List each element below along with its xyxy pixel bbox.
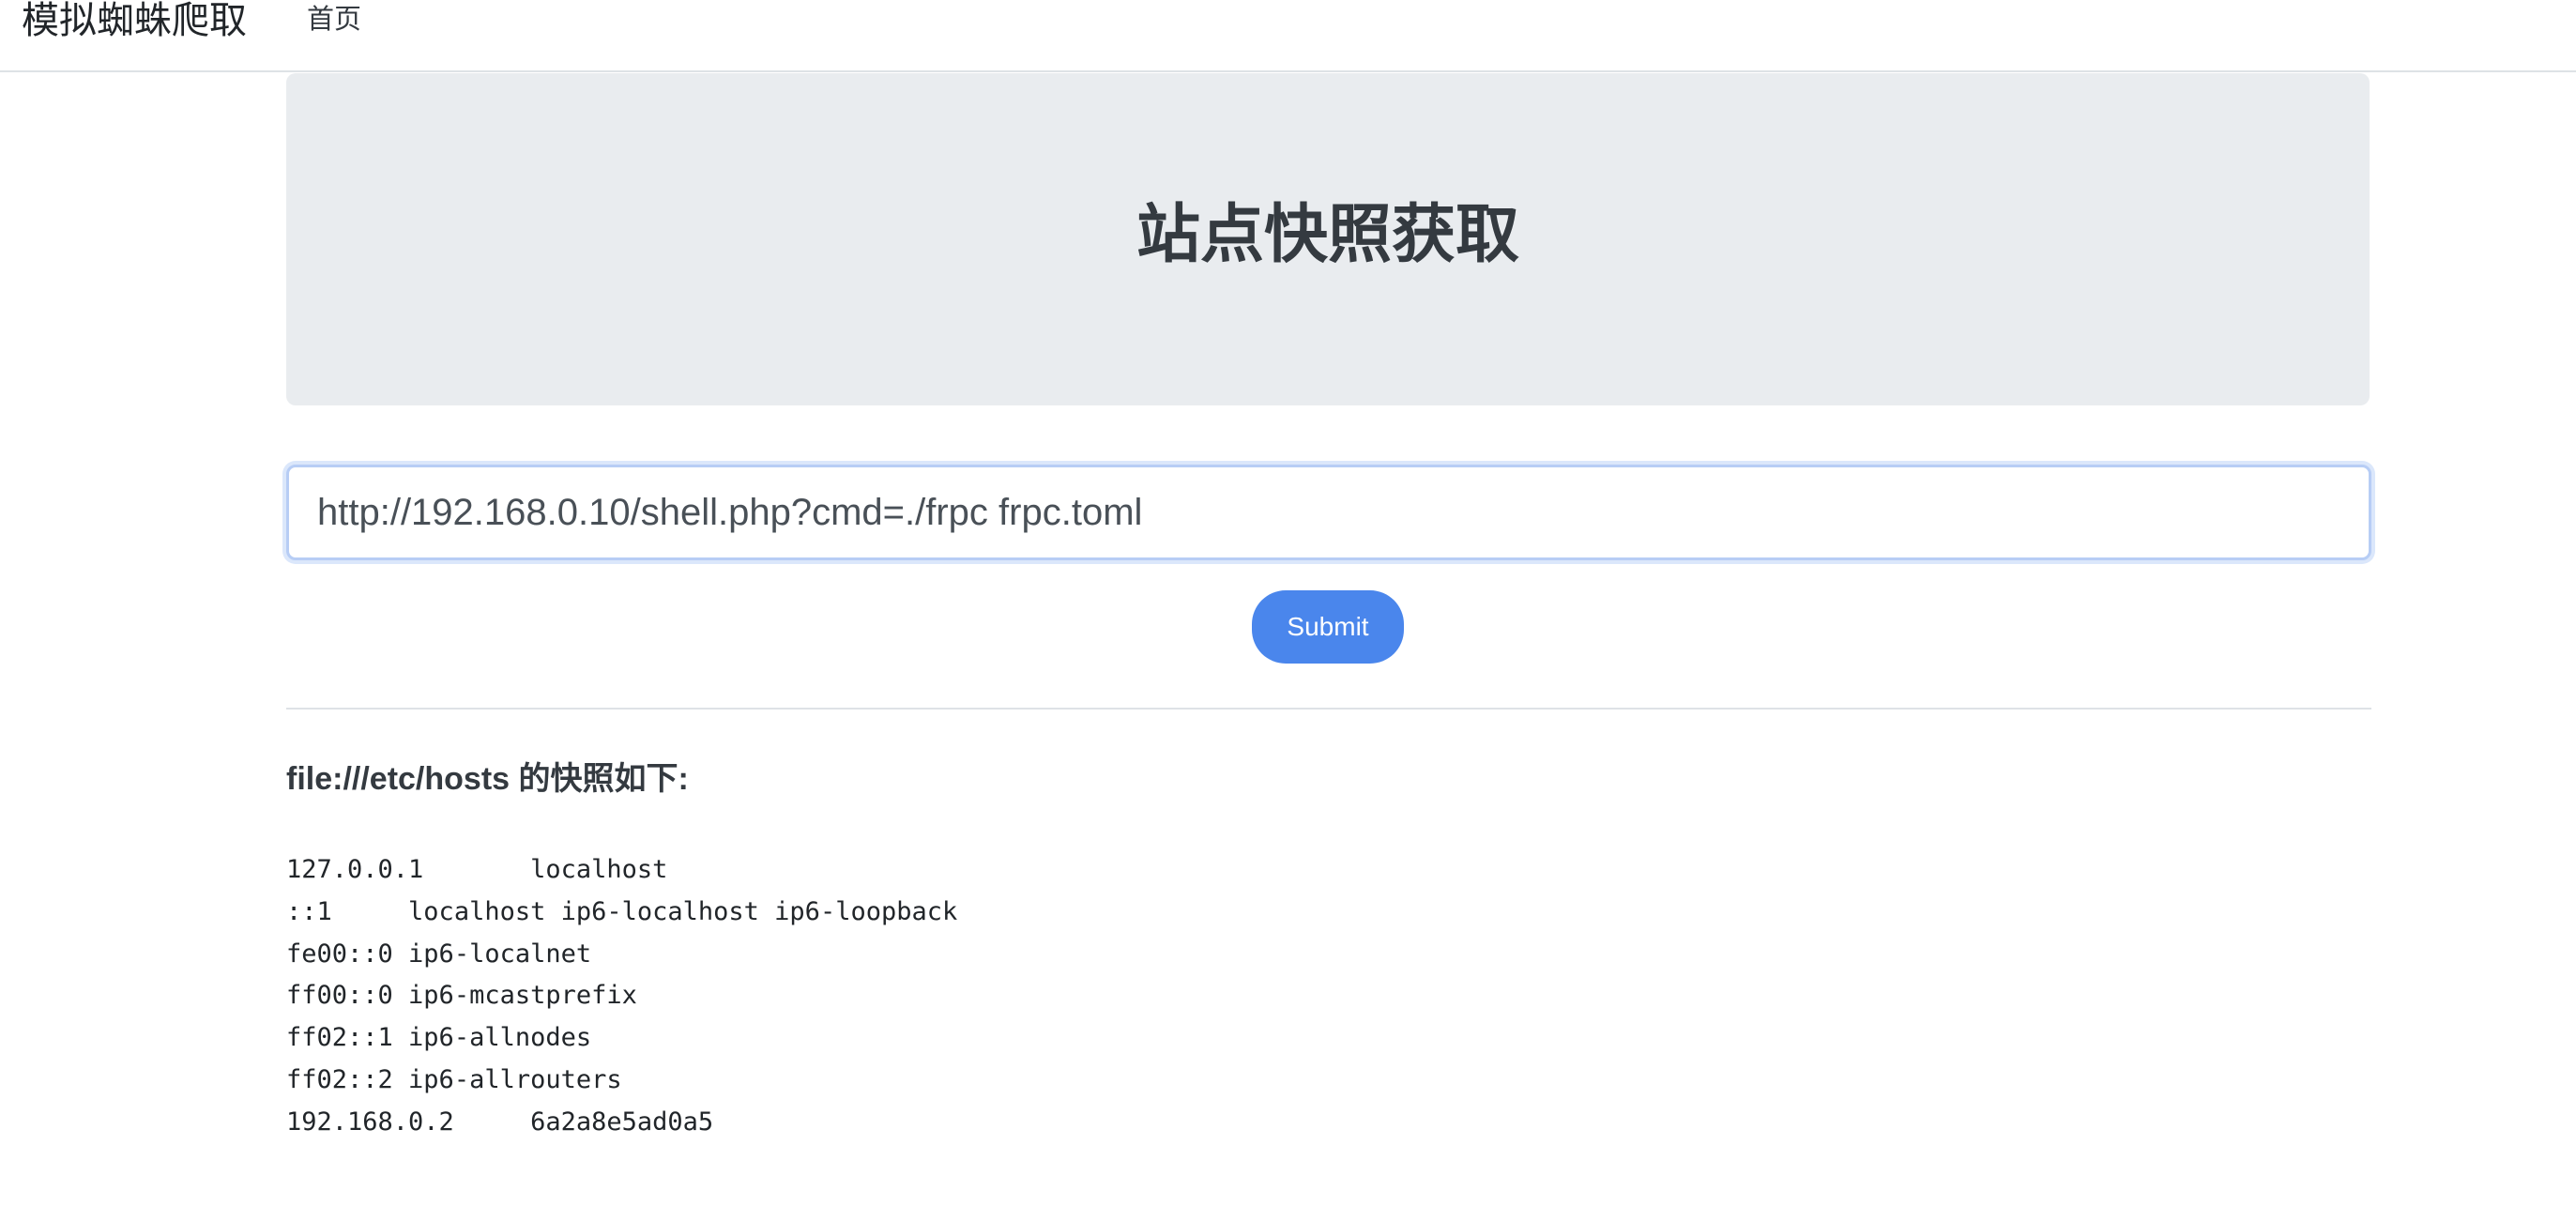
brand-link[interactable]: 模拟蜘蛛爬取 xyxy=(22,0,247,41)
jumbotron: 站点快照获取 xyxy=(286,73,2370,405)
snapshot-content: 127.0.0.1 localhost ::1 localhost ip6-lo… xyxy=(286,855,958,1137)
page-title: 站点快照获取 xyxy=(1136,199,1519,270)
nav-home-link[interactable]: 首页 xyxy=(307,3,361,37)
result-heading: file:///etc/hosts 的快照如下: xyxy=(286,761,689,797)
url-input[interactable] xyxy=(286,465,2371,560)
top-navbar: 模拟蜘蛛爬取 首页 xyxy=(0,0,2576,72)
submit-button[interactable]: Submit xyxy=(1252,590,1404,664)
divider xyxy=(286,708,2371,710)
